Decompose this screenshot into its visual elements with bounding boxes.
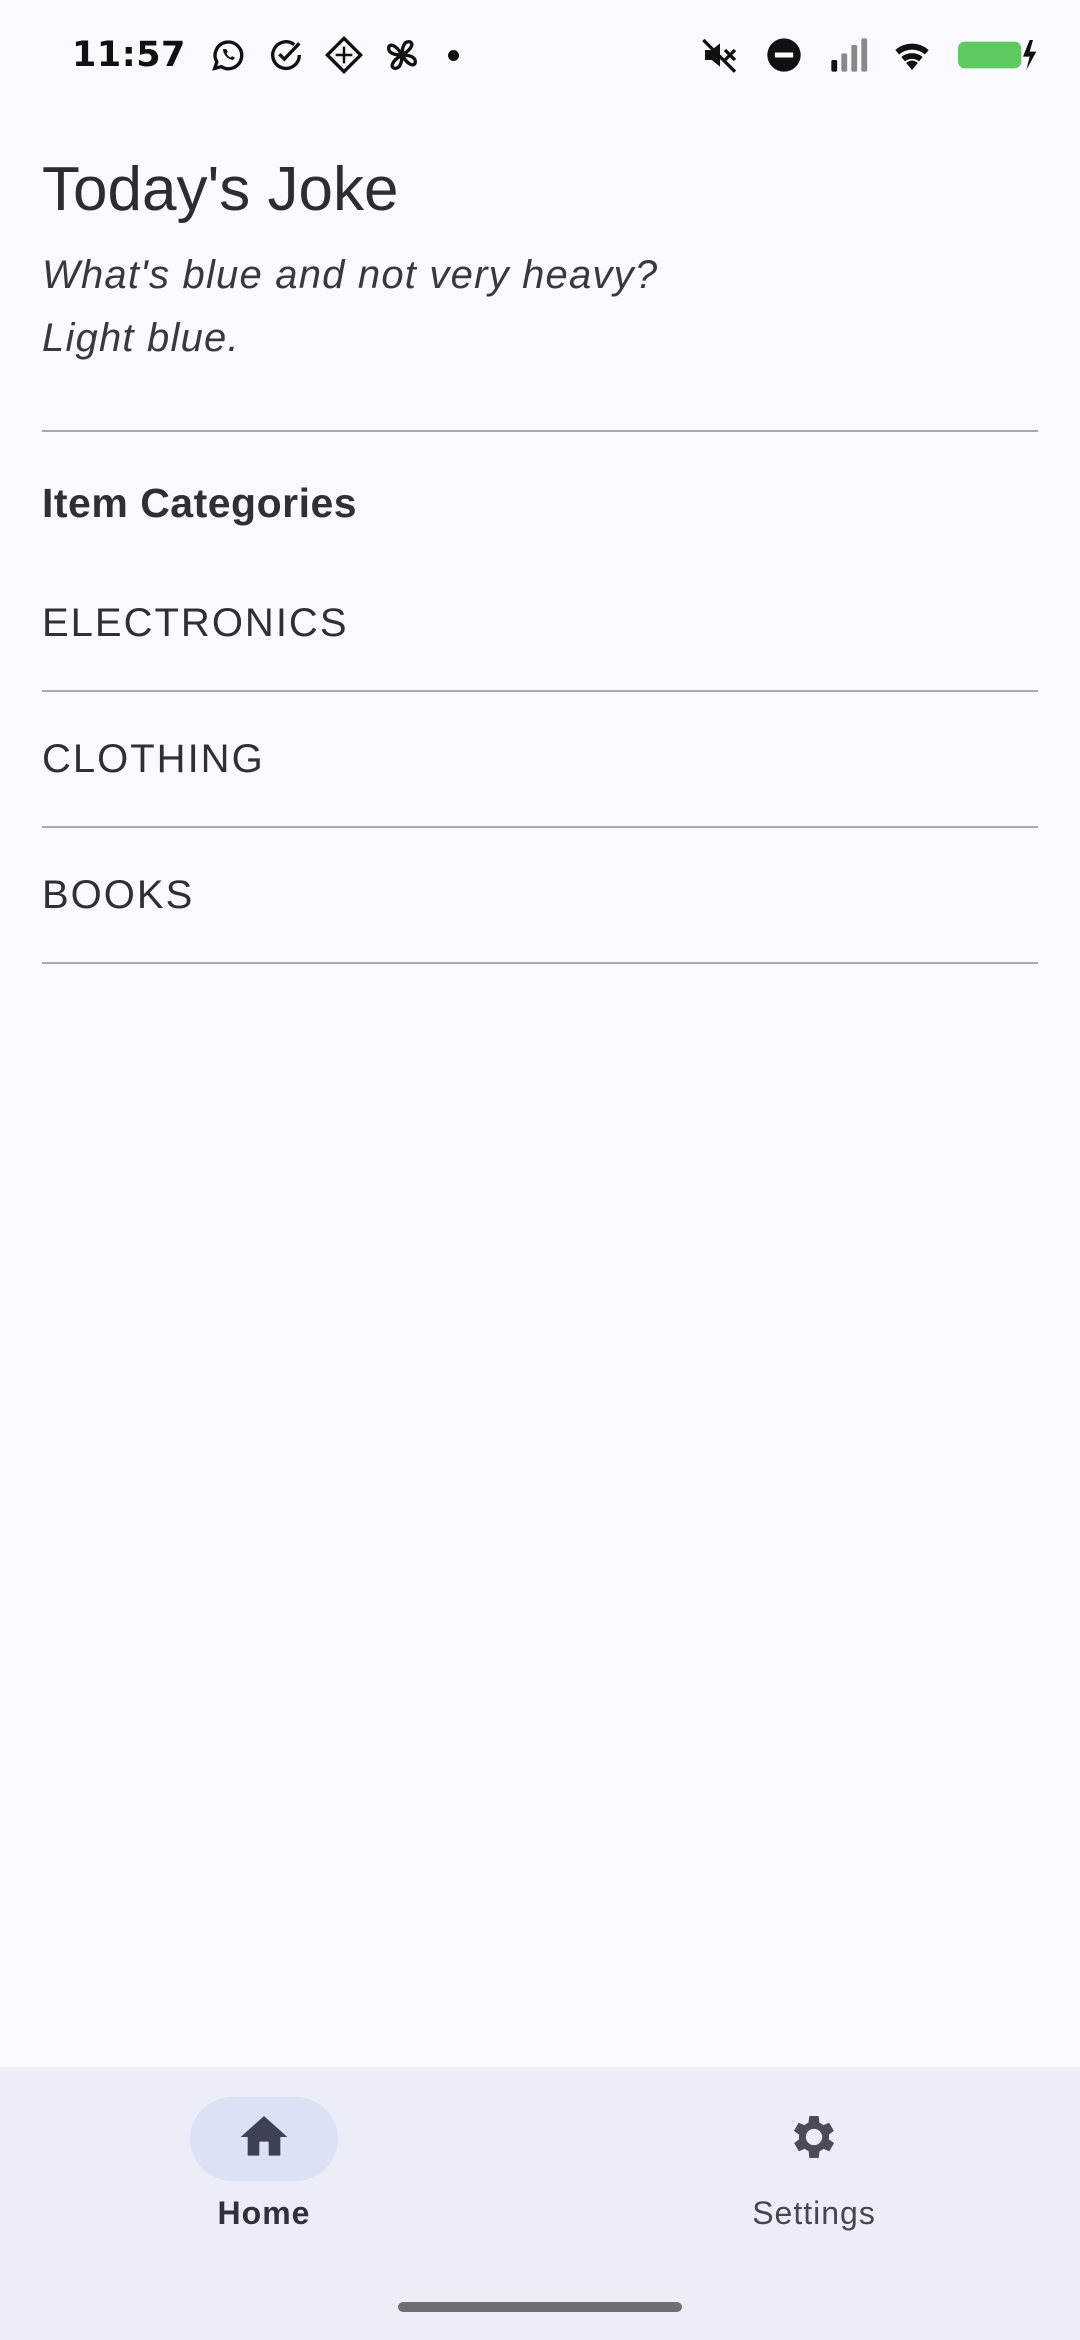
app-diamond-icon [324,35,364,75]
gear-icon [786,2109,842,2170]
category-item-electronics[interactable]: ELECTRONICS [42,556,1038,692]
check-circle-icon [266,35,306,75]
pinwheel-icon [382,35,422,75]
battery-charging-icon [956,35,1040,75]
categories-heading: Item Categories [42,480,358,526]
joke-question: What's blue and not very heavy? [42,253,659,297]
do-not-disturb-icon [764,35,804,75]
joke-text: What's blue and not very heavy? Light bl… [42,244,1038,370]
wifi-icon [892,35,932,75]
gesture-handle[interactable] [398,2302,682,2312]
screen: 11:57 Today's Joke What's blue and not v… [0,0,1080,2340]
category-item-clothing[interactable]: CLOTHING [42,692,1038,828]
joke-answer: Light blue. [42,316,240,360]
nav-item-settings[interactable]: Settings [684,2097,944,2232]
bottom-navigation: Home Settings [0,2067,1080,2340]
nav-home-indicator [190,2097,338,2181]
dot-icon [447,49,459,61]
status-time: 11:57 [72,35,186,75]
joke-title: Today's Joke [42,155,399,224]
status-bar: 11:57 [0,0,1080,110]
mute-icon [700,35,740,75]
section-divider [42,430,1038,432]
joke-section: Today's Joke What's blue and not very he… [42,150,1038,370]
nav-settings-label: Settings [752,2195,876,2231]
nav-item-home[interactable]: Home [134,2097,394,2232]
signal-icon [828,35,868,75]
whatsapp-icon [208,35,248,75]
category-item-books[interactable]: BOOKS [42,828,1038,964]
nav-home-label: Home [217,2195,311,2231]
home-icon [236,2109,292,2170]
status-right [676,35,1040,75]
status-left: 11:57 [72,35,459,75]
category-list: ELECTRONICS CLOTHING BOOKS [42,556,1038,964]
nav-settings-indicator [740,2097,888,2181]
